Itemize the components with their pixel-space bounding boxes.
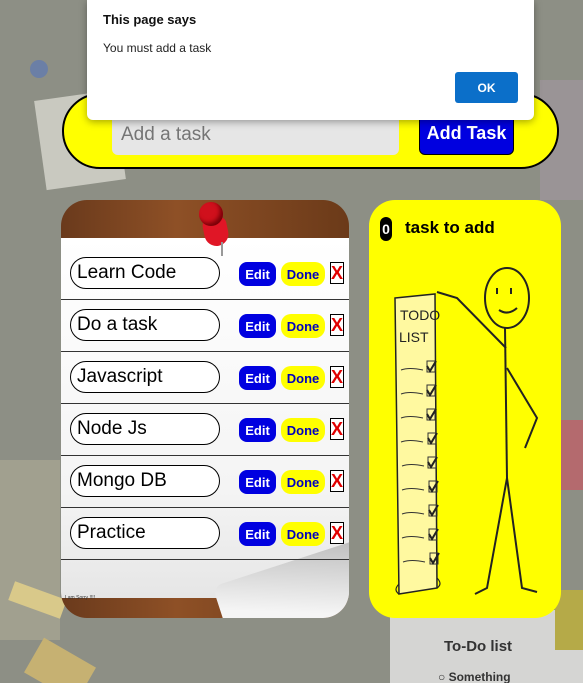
todo-stickman-illustration: TODO LIST	[394, 267, 539, 595]
edit-button[interactable]: Edit	[239, 366, 276, 390]
done-button[interactable]: Done	[281, 522, 325, 546]
ok-button[interactable]: OK	[455, 72, 518, 103]
dialog-message: You must add a task	[103, 41, 212, 55]
alert-dialog: This page says You must add a task OK	[87, 0, 534, 120]
pushpin-head-icon	[199, 202, 223, 226]
done-button[interactable]: Done	[281, 262, 325, 286]
task-row: Do a task Edit Done X	[61, 300, 349, 352]
task-text: Node Js	[70, 413, 220, 445]
delete-icon[interactable]: X	[330, 262, 344, 284]
footer-note: I am Sorry !!!!	[65, 595, 96, 601]
task-text: Mongo DB	[70, 465, 220, 497]
task-input[interactable]	[112, 115, 399, 155]
todo-heading: TODO	[400, 307, 440, 323]
task-row: Learn Code Edit Done X	[61, 248, 349, 300]
task-row: Practice Edit Done X	[61, 508, 349, 560]
task-counter: 0	[380, 217, 392, 241]
done-button[interactable]: Done	[281, 366, 325, 390]
background-subtitle: ○ Something	[438, 670, 511, 683]
edit-button[interactable]: Edit	[239, 522, 276, 546]
edit-button[interactable]: Edit	[239, 262, 276, 286]
task-text: Practice	[70, 517, 220, 549]
background-pin	[30, 60, 48, 78]
svg-text:LIST: LIST	[399, 329, 429, 345]
edit-button[interactable]: Edit	[239, 314, 276, 338]
delete-icon[interactable]: X	[330, 314, 344, 336]
task-list-panel: Learn Code Edit Done X Do a task Edit Do…	[61, 200, 349, 618]
done-button[interactable]: Done	[281, 470, 325, 494]
task-row: Javascript Edit Done X	[61, 352, 349, 404]
delete-icon[interactable]: X	[330, 470, 344, 492]
done-button[interactable]: Done	[281, 314, 325, 338]
delete-icon[interactable]: X	[330, 366, 344, 388]
task-row: Mongo DB Edit Done X	[61, 456, 349, 508]
task-text: Do a task	[70, 309, 220, 341]
task-text: Learn Code	[70, 257, 220, 289]
background-tape	[24, 637, 96, 683]
task-text: Javascript	[70, 361, 220, 393]
task-counter-label: task to add	[405, 218, 495, 237]
task-row: Node Js Edit Done X	[61, 404, 349, 456]
delete-icon[interactable]: X	[330, 418, 344, 440]
task-counter-panel: 0 task to add TODO LIST	[369, 200, 561, 618]
dialog-title: This page says	[103, 12, 197, 27]
delete-icon[interactable]: X	[330, 522, 344, 544]
background-title: To-Do list	[444, 638, 513, 655]
done-button[interactable]: Done	[281, 418, 325, 442]
edit-button[interactable]: Edit	[239, 418, 276, 442]
edit-button[interactable]: Edit	[239, 470, 276, 494]
